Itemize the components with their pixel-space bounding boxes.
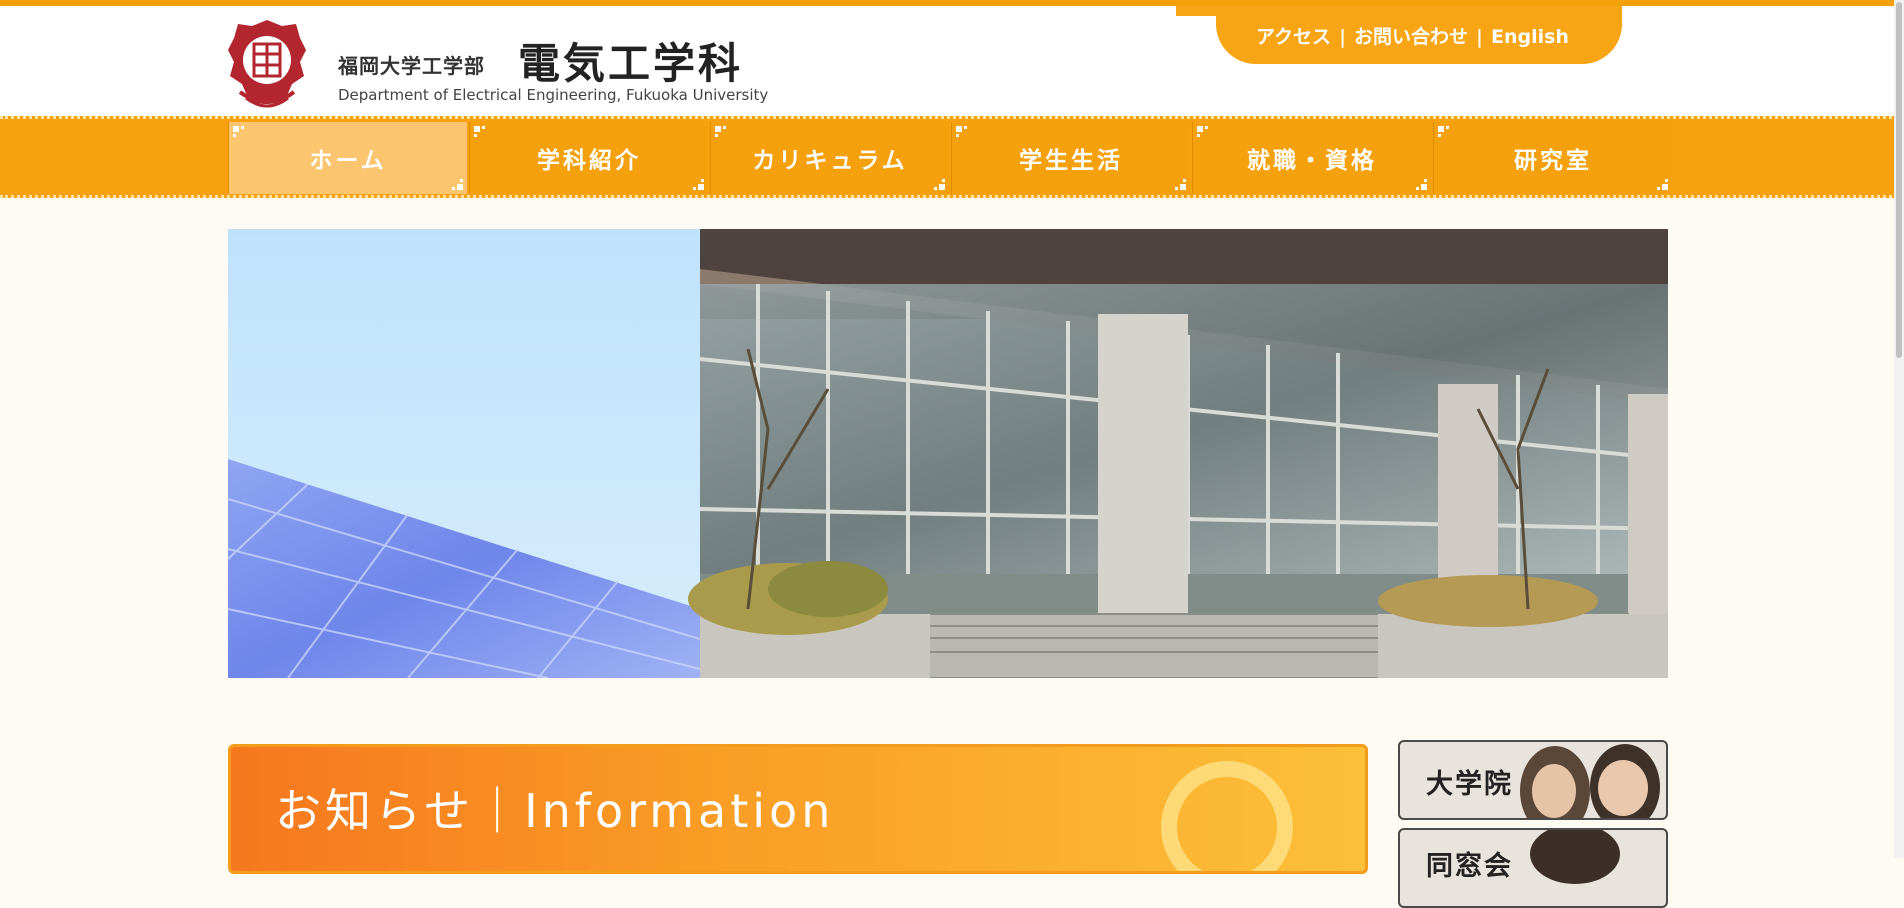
graduate-school-label: 大学院 — [1426, 769, 1513, 800]
contact-link[interactable]: お問い合わせ — [1354, 26, 1468, 48]
pixel-corner-icon — [452, 179, 463, 190]
nav-item-label: 研究室 — [1514, 148, 1592, 174]
pixel-corner-icon — [1175, 179, 1186, 190]
department-name-en: Department of Electrical Engineering, Fu… — [338, 86, 769, 104]
student-photo — [1532, 764, 1576, 818]
pixel-corner-icon — [956, 126, 967, 137]
nav-item-laboratories[interactable]: 研究室 — [1433, 122, 1672, 194]
alumni-photo — [1530, 830, 1620, 884]
utility-separator: | — [1339, 26, 1347, 48]
ring-decoration-icon — [1161, 761, 1293, 871]
pixel-corner-icon — [934, 179, 945, 190]
alumni-banner[interactable]: 同窓会 — [1398, 828, 1668, 908]
scrollbar-thumb[interactable] — [1896, 2, 1902, 358]
pixel-corner-icon — [1416, 179, 1427, 190]
nav-item-label: ホーム — [309, 148, 387, 174]
pixel-corner-icon — [1197, 126, 1208, 137]
nav-item-label: カリキュラム — [752, 148, 908, 174]
nav-item-label: 学科紹介 — [537, 148, 641, 174]
information-title: お知らせ｜Information — [275, 784, 835, 838]
english-link[interactable]: English — [1491, 26, 1569, 48]
building-entrance-image — [688, 229, 1668, 678]
nav-item-department-intro[interactable]: 学科紹介 — [469, 122, 708, 194]
nav-item-home[interactable]: ホーム — [228, 122, 467, 194]
site-header: 福岡大学工学部 電気工学科 Department of Electrical E… — [0, 0, 1904, 116]
solar-panel-image — [228, 229, 701, 678]
pixel-corner-icon — [715, 126, 726, 137]
pixel-corner-icon — [1438, 126, 1449, 137]
information-banner[interactable]: お知らせ｜Information — [228, 744, 1368, 874]
access-link[interactable]: アクセス — [1256, 26, 1331, 48]
utility-bar: アクセス | お問い合わせ | English — [1176, 6, 1622, 64]
pixel-corner-icon — [474, 126, 485, 137]
nav-item-student-life[interactable]: 学生生活 — [951, 122, 1190, 194]
faculty-name: 福岡大学工学部 — [338, 54, 485, 78]
alumni-label: 同窓会 — [1426, 851, 1513, 882]
department-name[interactable]: 電気工学科 — [518, 30, 743, 91]
university-emblem-icon[interactable] — [226, 18, 308, 110]
nav-item-curriculum[interactable]: カリキュラム — [710, 122, 949, 194]
student-photo — [1598, 760, 1648, 816]
pixel-corner-icon — [233, 126, 244, 137]
pixel-corner-icon — [1657, 179, 1668, 190]
hero-banner — [228, 229, 1668, 678]
pixel-corner-icon — [693, 179, 704, 190]
graduate-school-banner[interactable]: 大学院 — [1398, 740, 1668, 820]
nav-item-label: 就職・資格 — [1247, 148, 1377, 174]
global-nav: ホーム 学科紹介 カリキュラム 学生生活 就職・資格 研究室 — [0, 116, 1904, 198]
nav-item-label: 学生生活 — [1019, 148, 1123, 174]
nav-item-career[interactable]: 就職・資格 — [1192, 122, 1431, 194]
utility-separator: | — [1476, 26, 1483, 48]
